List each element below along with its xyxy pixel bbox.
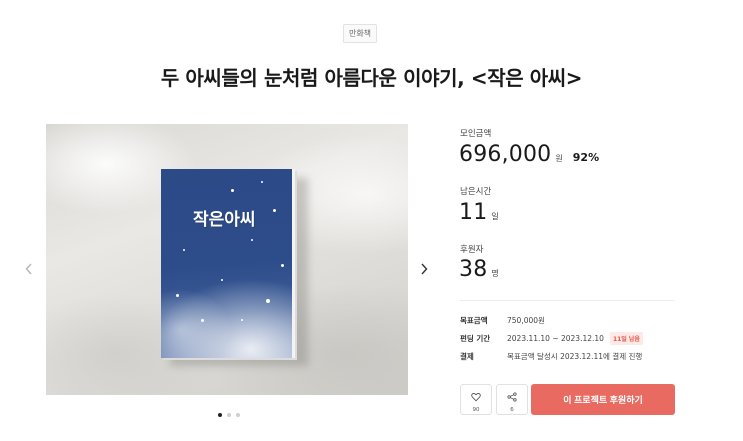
remaining-badge: 11일 남음	[609, 332, 643, 345]
snow-speck	[201, 319, 204, 322]
support-project-button[interactable]: 이 프로젝트 후원하기	[531, 384, 675, 415]
snow-speck	[231, 189, 234, 192]
chevron-right-icon[interactable]	[420, 260, 428, 279]
share-count: 6	[510, 406, 514, 413]
snow-speck	[261, 181, 263, 183]
book-cover-image: 작은아씨	[161, 169, 295, 358]
share-button[interactable]: 6	[496, 384, 528, 415]
payment-value: 목표금액 달성시 2023.12.11에 결제 진행	[507, 352, 643, 361]
time-label: 남은시간	[460, 187, 492, 197]
period-label: 펀딩 기간	[460, 334, 491, 343]
backers-stat: 38 명	[459, 257, 499, 282]
heart-icon	[471, 387, 481, 406]
like-count: 90	[472, 406, 480, 413]
like-button[interactable]: 90	[460, 384, 492, 415]
page-title: 두 아씨들의 눈처럼 아름다운 이야기, <작은 아씨>	[160, 66, 583, 90]
time-stat: 11 일	[459, 200, 499, 225]
snow-speck	[251, 239, 253, 241]
amount-unit: 원	[555, 154, 563, 163]
snow-speck	[176, 294, 179, 297]
gallery-dot-3[interactable]	[236, 413, 240, 417]
goal-value: 750,000원	[507, 316, 545, 325]
snow-speck	[183, 249, 185, 251]
goal-label: 목표금액	[460, 316, 488, 325]
amount-stat: 696,000 원 92%	[459, 142, 599, 167]
backers-unit: 명	[491, 269, 499, 278]
payment-label: 결제	[460, 352, 474, 361]
goal-value-row: 750,000원	[507, 315, 545, 326]
days-unit: 일	[491, 212, 499, 221]
snow-speck	[281, 264, 284, 267]
amount-label: 모인금액	[460, 129, 492, 139]
gallery-pagination	[218, 413, 240, 417]
divider	[460, 300, 674, 301]
backers-value: 38	[459, 257, 488, 282]
project-image-gallery[interactable]: 작은아씨	[46, 124, 408, 395]
snow-speck	[221, 279, 223, 281]
category-tag[interactable]: 만화책	[343, 24, 377, 43]
days-value: 11	[459, 200, 488, 225]
payment-value-row: 목표금액 달성시 2023.12.11에 결제 진행	[507, 351, 642, 362]
snow-speck	[273, 209, 276, 212]
snow-speck	[241, 319, 243, 321]
period-value-row: 2023.11.10 ~ 2023.12.10 11일 남음	[507, 332, 643, 345]
snow-speck	[266, 299, 270, 303]
chevron-left-icon[interactable]	[25, 260, 33, 279]
book-cover-title: 작은아씨	[193, 210, 256, 230]
share-icon	[507, 387, 517, 406]
amount-value: 696,000	[459, 142, 552, 167]
gallery-dot-1[interactable]	[218, 413, 222, 417]
percent-value: 92%	[572, 151, 600, 164]
backers-label: 후원자	[460, 245, 484, 255]
period-value: 2023.11.10 ~ 2023.12.10	[507, 334, 604, 343]
gallery-dot-2[interactable]	[227, 413, 231, 417]
